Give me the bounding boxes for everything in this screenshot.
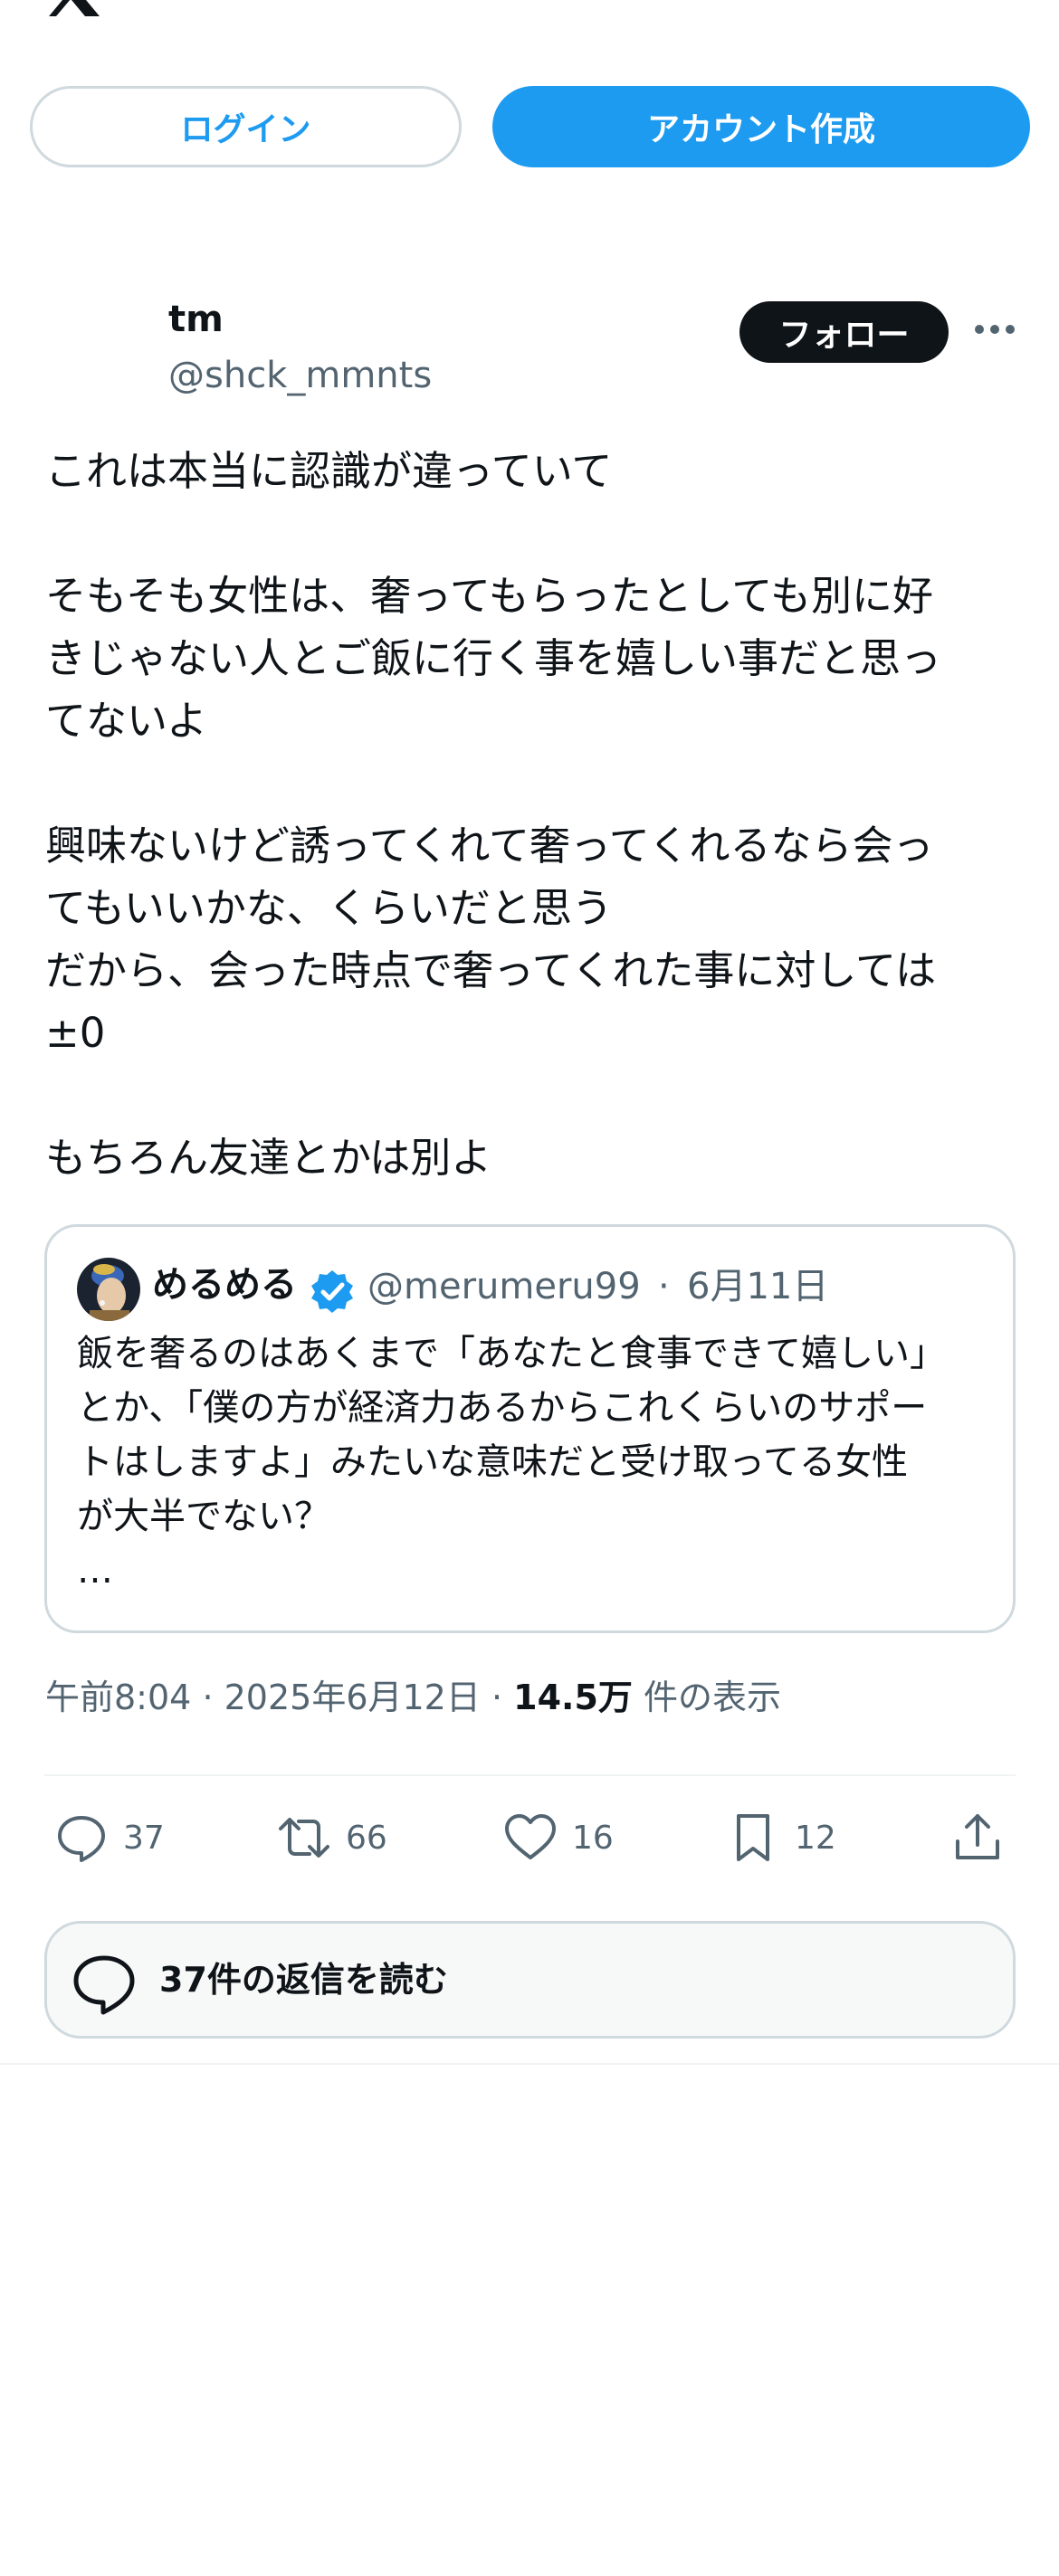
quoted-avatar[interactable]	[77, 1258, 140, 1321]
read-replies-label: 37件の返信を読む	[159, 1960, 448, 2000]
quoted-tweet-card[interactable]: めるめる @merumeru99 · 6月11日 飯を奢るのはあくまで「あなたと…	[44, 1224, 1016, 1633]
divider	[0, 2063, 1059, 2065]
tweet-line	[45, 1064, 1018, 1126]
author-name[interactable]: tm	[168, 299, 224, 340]
retweet-icon	[279, 1818, 329, 1858]
author-handle[interactable]: @shck_mmnts	[168, 355, 432, 396]
views-count: 14.5万	[513, 1678, 633, 1717]
tweet-line: てないよ	[45, 697, 208, 745]
quoted-line: とか、「僕の方が経済力あるからこれくらいのサポー	[77, 1387, 928, 1429]
tweet-line: ±0	[45, 1009, 106, 1057]
quoted-author-name[interactable]: めるめる	[152, 1258, 297, 1312]
share-icon	[956, 1814, 999, 1859]
tweet-line: きじゃない人とご飯に行く事を嬉しい事だと思っ	[45, 634, 942, 682]
quoted-line: 飯を奢るのはあくまで「あなたと食事できて嬉しい」	[77, 1333, 946, 1374]
quoted-text: 飯を奢るのはあくまで「あなたと食事できて嬉しい」 とか、「僕の方が経済力あるから…	[77, 1326, 991, 1598]
quoted-separator: ·	[658, 1266, 670, 1307]
verified-badge-icon	[311, 1270, 353, 1313]
bookmark-button[interactable]: 12	[726, 1806, 836, 1869]
quoted-line: …	[77, 1550, 113, 1592]
heart-icon	[505, 1814, 556, 1859]
tweet-line: これは本当に認識が違っていて	[45, 447, 613, 495]
reply-count: 37	[123, 1819, 165, 1857]
meta-separator: ·	[202, 1678, 214, 1717]
bookmark-count: 12	[795, 1819, 836, 1857]
retweet-count: 66	[346, 1819, 387, 1857]
quoted-line: が大半でない？	[77, 1496, 330, 1537]
tweet-line	[45, 502, 1018, 565]
tweet-line: そもそも女性は、奢ってもらったとしても別に好	[45, 572, 934, 620]
tweet-line: だから、会った時点で奢ってくれた事に対しては	[45, 946, 937, 994]
tweet-text: これは本当に認識が違っていて そもそも女性は、奢ってもらったとしても別に好 きじ…	[45, 440, 1018, 1189]
like-button[interactable]: 16	[503, 1806, 614, 1869]
login-button[interactable]: ログイン	[30, 86, 462, 167]
like-count: 16	[572, 1819, 614, 1857]
tweet-line: 興味ないけど誘ってくれて奢ってくれるなら会っ	[45, 822, 934, 870]
x-logo-icon[interactable]	[45, 0, 103, 16]
quoted-date[interactable]: 6月11日	[687, 1259, 828, 1314]
bookmark-icon	[737, 1814, 769, 1861]
views-label: 件の表示	[644, 1678, 782, 1717]
retweet-button[interactable]: 66	[277, 1806, 387, 1869]
speech-bubble-icon	[73, 1955, 135, 2015]
quoted-line: トはしますよ」みたいな意味だと受け取ってる女性	[77, 1441, 908, 1483]
signup-button[interactable]: アカウント作成	[492, 86, 1030, 167]
tweet-line	[45, 752, 1018, 814]
divider	[44, 1774, 1016, 1776]
share-button[interactable]	[950, 1806, 1005, 1869]
tweet-line: てもいいかな、くらいだと思う	[45, 884, 613, 932]
tweet-time[interactable]: 午前8:04	[45, 1678, 191, 1717]
tweet-date[interactable]: 2025年6月12日	[224, 1678, 481, 1717]
quoted-author-handle[interactable]: @merumeru99	[367, 1259, 641, 1314]
read-replies-button[interactable]: 37件の返信を読む	[44, 1921, 1016, 2039]
more-dots-icon[interactable]	[974, 318, 1016, 340]
meta-separator: ·	[491, 1678, 503, 1717]
follow-button[interactable]: フォロー	[739, 301, 949, 363]
tweet-line: もちろん友達とかは別よ	[45, 1134, 492, 1182]
reply-icon	[58, 1816, 105, 1862]
reply-button[interactable]: 37	[54, 1806, 165, 1869]
tweet-meta: 午前8:04 · 2025年6月12日 · 14.5万 件の表示	[45, 1670, 781, 1725]
